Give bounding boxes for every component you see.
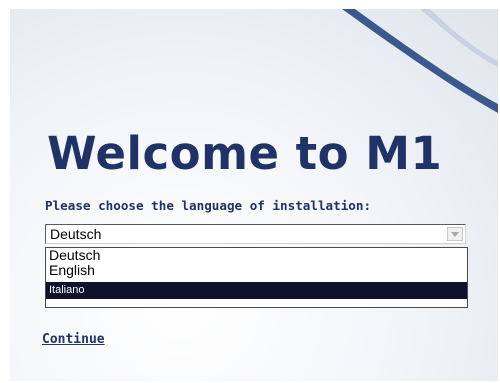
- language-select-value: Deutsch: [50, 226, 102, 242]
- language-select[interactable]: Deutsch: [45, 224, 466, 244]
- language-prompt: Please choose the language of installati…: [45, 198, 372, 213]
- language-option-italiano[interactable]: Italiano: [46, 282, 467, 299]
- page-title: Welcome to M1: [47, 127, 443, 180]
- language-options-list: Deutsch English Italiano: [45, 247, 468, 308]
- continue-link[interactable]: Continue: [42, 332, 105, 347]
- language-option-deutsch[interactable]: Deutsch: [46, 248, 467, 263]
- chevron-down-icon[interactable]: [447, 227, 463, 241]
- language-option-english[interactable]: English: [46, 263, 467, 278]
- welcome-panel: Welcome to M1 Please choose the language…: [10, 9, 498, 381]
- decorative-swoosh: [342, 9, 498, 113]
